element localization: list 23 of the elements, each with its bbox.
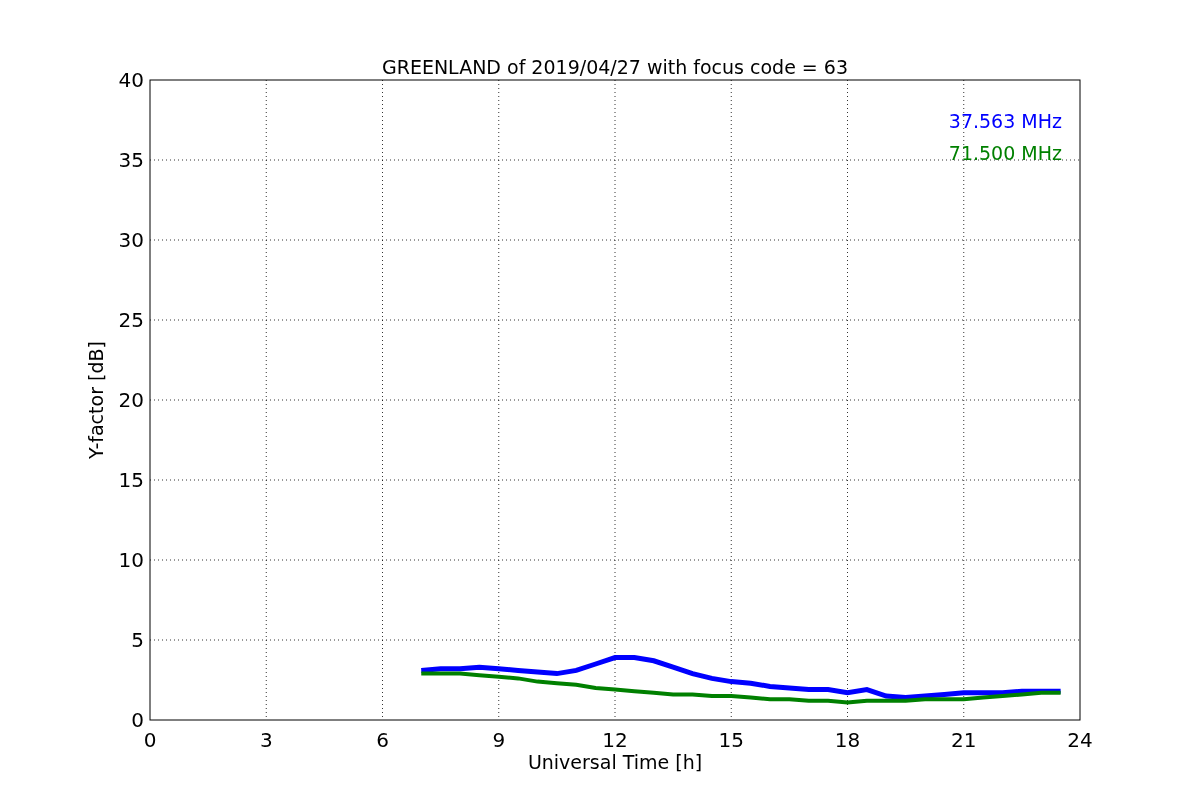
y-tick-label: 40 [118, 68, 144, 92]
y-tick-label: 0 [131, 708, 144, 732]
y-tick-label: 5 [131, 628, 144, 652]
x-tick-label: 12 [602, 728, 628, 752]
legend-label: 71.500 MHz [948, 142, 1062, 164]
x-tick-label: 0 [143, 728, 157, 752]
y-tick-label: 10 [118, 548, 144, 572]
x-tick-label: 15 [718, 728, 744, 752]
x-tick-label: 18 [834, 728, 861, 752]
y-tick-label: 35 [118, 148, 144, 172]
x-tick-label: 6 [376, 728, 389, 752]
y-axis-label: Y-factor [dB] [85, 341, 107, 459]
x-tick-label: 21 [951, 728, 977, 752]
y-tick-label: 15 [118, 468, 144, 492]
y-tick-label: 30 [118, 228, 144, 252]
x-axis-label: Universal Time [h] [527, 751, 703, 773]
x-tick-label: 3 [259, 728, 273, 752]
chart-title: GREENLAND of 2019/04/27 with focus code = 63 [382, 56, 848, 78]
y-tick-label: 25 [118, 308, 144, 332]
x-tick-label: 24 [1067, 728, 1093, 752]
legend-label: 37.563 MHz [948, 110, 1062, 132]
y-tick-label: 20 [118, 388, 144, 412]
x-tick-label: 9 [492, 728, 506, 752]
